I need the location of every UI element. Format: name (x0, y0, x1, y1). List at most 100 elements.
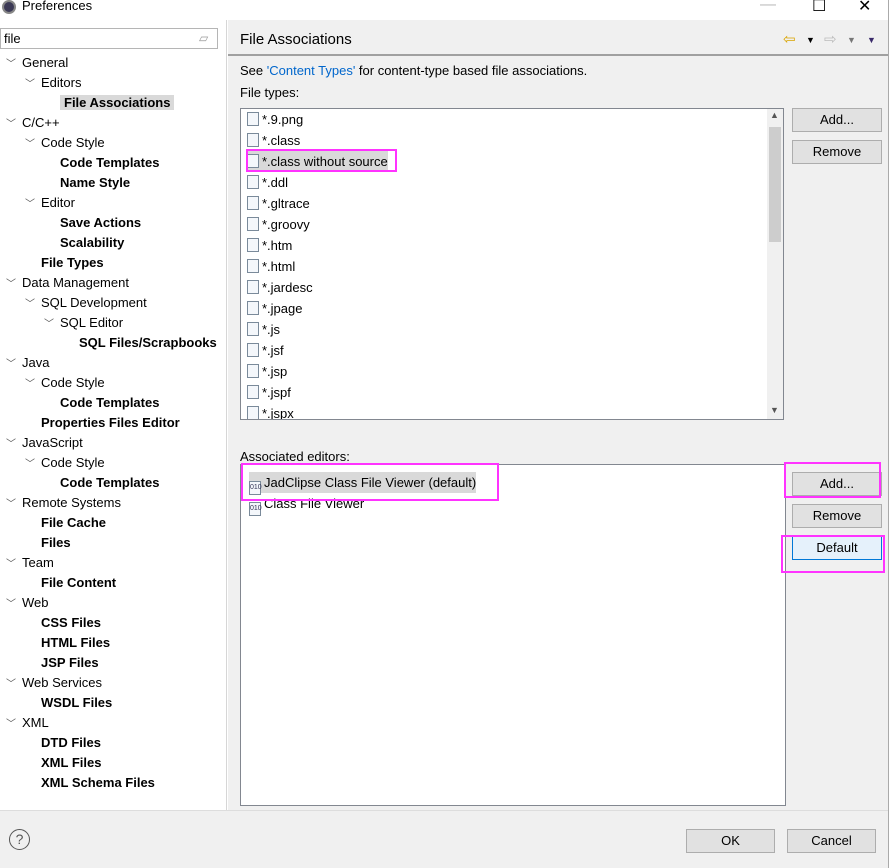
chevron-down-icon[interactable]: ﹀ (6, 675, 22, 695)
file-type-item[interactable]: *.jardesc (247, 277, 313, 298)
file-icon (247, 133, 259, 147)
view-menu-chevron-down-icon[interactable]: ▼ (867, 35, 876, 45)
tree-item[interactable]: JSP Files (25, 653, 99, 673)
file-type-item[interactable]: *.jsp (247, 361, 287, 382)
forward-arrow-icon[interactable]: ⇨ (824, 30, 837, 48)
tree-item[interactable]: HTML Files (25, 633, 110, 653)
tree-item[interactable]: ﹀ Editor (25, 193, 75, 213)
help-icon[interactable]: ? (9, 829, 30, 850)
file-icon (247, 364, 259, 378)
file-type-item[interactable]: *.jspf (247, 382, 291, 403)
tree-item[interactable]: Code Templates (44, 153, 159, 173)
chevron-down-icon[interactable]: ﹀ (44, 315, 60, 335)
tree-item[interactable]: ﹀ XML (6, 713, 49, 733)
chevron-down-icon[interactable]: ﹀ (6, 55, 22, 75)
back-arrow-icon[interactable]: ⇦ (783, 30, 796, 48)
tree-item[interactable]: Save Actions (44, 213, 141, 233)
tree-item[interactable]: SQL Files/Scrapbooks (63, 333, 217, 353)
chevron-down-icon[interactable]: ﹀ (25, 75, 41, 95)
chevron-down-icon[interactable]: ﹀ (25, 135, 41, 155)
file-type-item[interactable]: *.class (247, 130, 300, 151)
file-type-item[interactable]: *.jpage (247, 298, 302, 319)
tree-item[interactable]: ﹀ General (6, 53, 68, 73)
chevron-down-icon[interactable]: ﹀ (6, 555, 22, 575)
chevron-down-icon[interactable]: ﹀ (6, 715, 22, 735)
scroll-up-icon[interactable]: ▲ (770, 110, 779, 120)
tree-item-label: Java (22, 355, 50, 370)
minimize-button[interactable]: — (760, 0, 776, 14)
tree-item[interactable]: ﹀ C/C++ (6, 113, 60, 133)
tree-item[interactable]: File Content (25, 573, 116, 593)
file-type-item[interactable]: *.ddl (247, 172, 288, 193)
file-type-remove-button[interactable]: Remove (792, 140, 882, 164)
ok-button[interactable]: OK (686, 829, 775, 853)
tree-item-label: File Associations (60, 95, 175, 110)
tree-item[interactable]: XML Schema Files (25, 773, 155, 793)
file-type-item[interactable]: *.js (247, 319, 280, 340)
back-menu-chevron-down-icon[interactable]: ▼ (806, 35, 815, 45)
editor-remove-button[interactable]: Remove (792, 504, 882, 528)
tree-item[interactable]: ﹀ Team (6, 553, 54, 573)
filter-input[interactable] (0, 28, 218, 49)
tree-item[interactable]: Scalability (44, 233, 124, 253)
file-type-item[interactable]: *.html (247, 256, 295, 277)
file-type-item[interactable]: *.jsf (247, 340, 284, 361)
file-type-item[interactable]: *.jspx (247, 403, 294, 419)
tree-item[interactable]: XML Files (25, 753, 101, 773)
content-types-link[interactable]: 'Content Types' (267, 63, 356, 78)
tree-item[interactable]: Properties Files Editor (25, 413, 180, 433)
chevron-down-icon[interactable]: ﹀ (6, 495, 22, 515)
file-type-add-button[interactable]: Add... (792, 108, 882, 132)
tree-item[interactable]: Code Templates (44, 393, 159, 413)
tree-item-label: Editor (41, 195, 75, 210)
eclipse-app-icon (2, 0, 16, 14)
chevron-down-icon[interactable]: ﹀ (25, 375, 41, 395)
chevron-down-icon[interactable]: ﹀ (25, 455, 41, 475)
cancel-button[interactable]: Cancel (787, 829, 876, 853)
chevron-down-icon[interactable]: ﹀ (25, 295, 41, 315)
chevron-down-icon[interactable]: ﹀ (6, 435, 22, 455)
tree-item[interactable]: Code Templates (44, 473, 159, 493)
file-icon (247, 175, 259, 189)
file-type-label: *.ddl (262, 175, 289, 190)
tree-item[interactable]: ﹀ Code Style (25, 133, 105, 153)
maximize-button[interactable]: ☐ (812, 0, 826, 16)
forward-menu-chevron-down-icon[interactable]: ▼ (847, 35, 856, 45)
scroll-down-icon[interactable]: ▼ (770, 405, 779, 415)
tree-item[interactable]: ﹀ JavaScript (6, 433, 83, 453)
chevron-down-icon[interactable]: ﹀ (6, 275, 22, 295)
tree-item[interactable]: ﹀ Web Services (6, 673, 102, 693)
tree-item[interactable]: File Types (25, 253, 104, 273)
close-button[interactable]: ✕ (858, 0, 871, 16)
chevron-down-icon[interactable]: ﹀ (6, 115, 22, 135)
tree-item[interactable]: Files (25, 533, 71, 553)
file-type-item[interactable]: *.groovy (247, 214, 310, 235)
scrollbar-thumb[interactable] (769, 127, 781, 242)
chevron-down-icon[interactable]: ﹀ (6, 595, 22, 615)
tree-item-label: XML Files (41, 755, 102, 770)
tree-item[interactable]: File Cache (25, 513, 106, 533)
tree-item[interactable]: File Associations (44, 93, 175, 113)
tree-item[interactable]: ﹀ Code Style (25, 373, 105, 393)
tree-item[interactable]: DTD Files (25, 733, 101, 753)
eraser-icon[interactable]: ▱ (199, 31, 208, 45)
tree-item[interactable]: ﹀ SQL Editor (44, 313, 123, 333)
file-type-item[interactable]: *.9.png (247, 109, 303, 130)
tree-item[interactable]: ﹀ Code Style (25, 453, 105, 473)
tree-item[interactable]: ﹀ Data Management (6, 273, 129, 293)
tree-item[interactable]: ﹀ Remote Systems (6, 493, 121, 513)
tree-item[interactable]: ﹀ Web (6, 593, 49, 613)
file-type-item[interactable]: *.gltrace (247, 193, 310, 214)
file-type-item[interactable]: *.htm (247, 235, 292, 256)
tree-item[interactable]: ﹀ Editors (25, 73, 81, 93)
tree-item[interactable]: ﹀ SQL Development (25, 293, 147, 313)
tree-item[interactable]: ﹀ Java (6, 353, 49, 373)
tree-item[interactable]: CSS Files (25, 613, 101, 633)
associated-editors-label: Associated editors: (240, 449, 350, 464)
chevron-down-icon[interactable]: ﹀ (25, 195, 41, 215)
tree-item[interactable]: WSDL Files (25, 693, 112, 713)
associated-editors-list[interactable]: 010 JadClipse Class File Viewer (default)… (240, 464, 786, 806)
tree-item[interactable]: Name Style (44, 173, 130, 193)
chevron-down-icon[interactable]: ﹀ (6, 355, 22, 375)
file-icon (247, 385, 259, 399)
